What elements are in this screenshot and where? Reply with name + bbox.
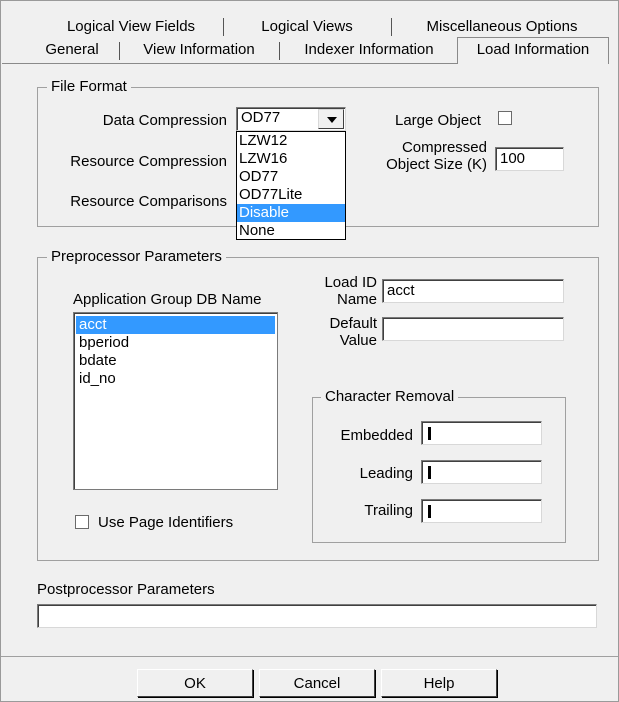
compressed-size-value: 100 bbox=[500, 150, 526, 167]
default-value-input[interactable] bbox=[382, 317, 564, 341]
large-object-checkbox[interactable] bbox=[498, 111, 512, 125]
leading-input[interactable] bbox=[421, 460, 542, 484]
postprocessor-label: Postprocessor Parameters bbox=[37, 581, 215, 598]
file-format-title: File Format bbox=[47, 78, 131, 95]
compressed-size-label-1: Compressed bbox=[401, 139, 487, 156]
load-id-label-2: Name bbox=[336, 291, 377, 308]
dropdown-option-none[interactable]: None bbox=[237, 222, 345, 240]
load-id-label-1: Load ID bbox=[324, 274, 377, 291]
tab-logical-views[interactable]: Logical Views bbox=[227, 16, 387, 38]
tab-miscellaneous-options[interactable]: Miscellaneous Options bbox=[397, 16, 607, 38]
tab-separator bbox=[391, 18, 392, 36]
embedded-input[interactable] bbox=[421, 421, 542, 445]
text-cursor bbox=[428, 465, 431, 479]
load-information-dialog: Logical View Fields Logical Views Miscel… bbox=[0, 0, 619, 702]
list-item[interactable]: bdate bbox=[76, 352, 275, 370]
compressed-size-label-2: Object Size (K) bbox=[386, 156, 487, 173]
text-cursor bbox=[428, 426, 431, 440]
embedded-label: Embedded bbox=[340, 427, 413, 444]
list-item[interactable]: acct bbox=[76, 316, 275, 334]
compressed-size-input[interactable]: 100 bbox=[495, 147, 564, 171]
dropdown-option-od77[interactable]: OD77 bbox=[237, 168, 345, 186]
dropdown-option-lzw16[interactable]: LZW16 bbox=[237, 150, 345, 168]
app-group-listbox[interactable]: acct bperiod bdate id_no bbox=[73, 312, 278, 490]
default-value-label-2: Value bbox=[339, 332, 377, 349]
resource-comparisons-label: Resource Comparisons bbox=[70, 193, 227, 210]
help-button[interactable]: Help bbox=[381, 669, 497, 697]
data-compression-dropdown-button[interactable] bbox=[318, 109, 344, 129]
dropdown-option-od77lite[interactable]: OD77Lite bbox=[237, 186, 345, 204]
postprocessor-input[interactable] bbox=[37, 604, 597, 628]
large-object-label: Large Object bbox=[395, 112, 481, 129]
tab-logical-view-fields[interactable]: Logical View Fields bbox=[41, 16, 221, 38]
trailing-input[interactable] bbox=[421, 499, 542, 523]
list-item[interactable]: bperiod bbox=[76, 334, 275, 352]
tab-separator bbox=[119, 42, 120, 60]
ok-button[interactable]: OK bbox=[137, 669, 253, 697]
tab-view-information[interactable]: View Information bbox=[125, 39, 273, 61]
tab-baseline bbox=[2, 63, 457, 64]
preprocessor-title: Preprocessor Parameters bbox=[47, 248, 226, 265]
use-page-identifiers-checkbox[interactable] bbox=[75, 515, 89, 529]
resource-compression-label: Resource Compression bbox=[70, 153, 227, 170]
character-removal-title: Character Removal bbox=[321, 388, 459, 405]
load-id-input[interactable]: acct bbox=[382, 279, 564, 303]
app-group-label: Application Group DB Name bbox=[73, 291, 262, 308]
tab-separator bbox=[223, 18, 224, 36]
dropdown-option-lzw12[interactable]: LZW12 bbox=[237, 132, 345, 150]
dropdown-option-disable[interactable]: Disable bbox=[237, 204, 345, 222]
data-compression-label-text: Data Compression bbox=[102, 112, 227, 129]
trailing-label: Trailing bbox=[364, 502, 413, 519]
data-compression-dropdown-list: LZW12 LZW16 OD77 OD77Lite Disable None bbox=[236, 131, 346, 240]
use-page-identifiers-label[interactable]: Use Page Identifiers bbox=[98, 514, 233, 531]
tab-indexer-information[interactable]: Indexer Information bbox=[285, 39, 453, 61]
footer-divider bbox=[1, 656, 618, 657]
list-item[interactable]: id_no bbox=[76, 370, 275, 388]
leading-label: Leading bbox=[359, 465, 413, 482]
default-value-label-1: Default bbox=[329, 315, 377, 332]
tab-load-information[interactable]: Load Information bbox=[457, 37, 609, 64]
data-compression-value: OD77 bbox=[241, 109, 281, 126]
load-id-value: acct bbox=[387, 282, 415, 299]
text-cursor bbox=[428, 504, 431, 518]
tab-general[interactable]: General bbox=[29, 39, 115, 61]
data-compression-label: Data Compression bbox=[61, 112, 227, 129]
tab-separator bbox=[279, 42, 280, 60]
chevron-down-icon bbox=[327, 117, 337, 123]
cancel-button[interactable]: Cancel bbox=[259, 669, 375, 697]
